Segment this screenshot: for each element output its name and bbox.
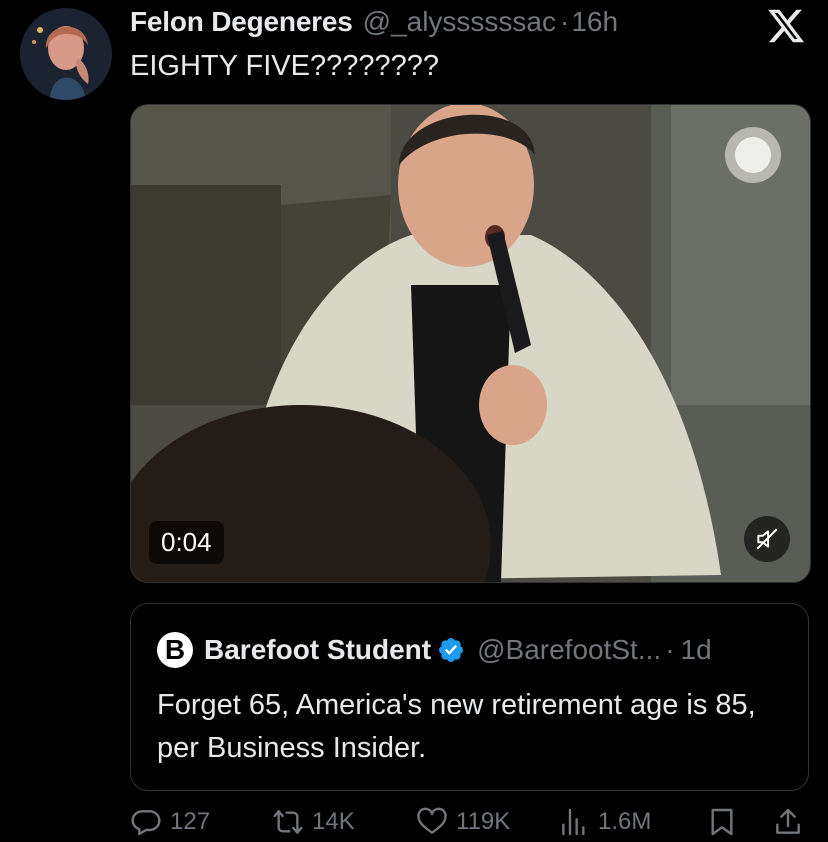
verified-badge-icon (439, 638, 464, 662)
reply-count: 127 (170, 808, 211, 835)
like-button[interactable]: 119K (416, 806, 510, 838)
quoted-tweet-text: Forget 65, America's new retirement age … (157, 689, 756, 764)
quoted-tweet[interactable]: B Barefoot Student @BarefootSt... · 1d F… (130, 603, 809, 791)
like-count: 119K (456, 808, 511, 835)
avatar[interactable] (20, 8, 112, 100)
separator-dot: · (665, 634, 675, 665)
quoted-author-avatar: B (157, 632, 193, 668)
x-logo-icon[interactable] (766, 6, 806, 46)
quoted-tweet-timestamp: 1d (680, 634, 712, 665)
tweet-text: EIGHTY FIVE???????? (130, 50, 439, 82)
share-icon (776, 808, 800, 834)
tweet-header: Felon Degeneres @_alyssssssac · 16h (130, 6, 808, 42)
reply-button[interactable]: 127 (130, 806, 210, 838)
views-button[interactable]: 1.6M (558, 806, 651, 838)
bookmark-icon (711, 808, 733, 836)
heart-icon (417, 807, 447, 834)
quoted-author-handle: @BarefootSt... (477, 634, 662, 665)
tweet-timestamp[interactable]: 16h (571, 6, 618, 38)
mute-button[interactable] (744, 516, 790, 562)
video-player[interactable]: 0:04 (130, 104, 811, 583)
avatar-image (20, 8, 112, 100)
author-name[interactable]: Felon Degeneres (130, 6, 353, 38)
quoted-tweet-header: B Barefoot Student @BarefootSt... · 1d (157, 632, 712, 668)
video-frame (131, 105, 810, 582)
reply-icon (131, 810, 161, 836)
video-duration: 0:04 (149, 521, 224, 564)
separator-dot: · (560, 6, 570, 37)
author-handle[interactable]: @_alyssssssac (363, 6, 556, 38)
speaker-muted-icon (756, 528, 778, 550)
repost-icon (273, 810, 303, 834)
share-button[interactable] (772, 806, 804, 838)
views-icon (562, 808, 585, 836)
repost-count: 14K (312, 808, 355, 835)
action-bar: 127 14K 119K 1.6M (130, 806, 810, 842)
quoted-author-name: Barefoot Student (204, 634, 432, 665)
views-count: 1.6M (598, 808, 652, 835)
bookmark-button[interactable] (706, 806, 738, 838)
repost-button[interactable]: 14K (272, 806, 355, 838)
